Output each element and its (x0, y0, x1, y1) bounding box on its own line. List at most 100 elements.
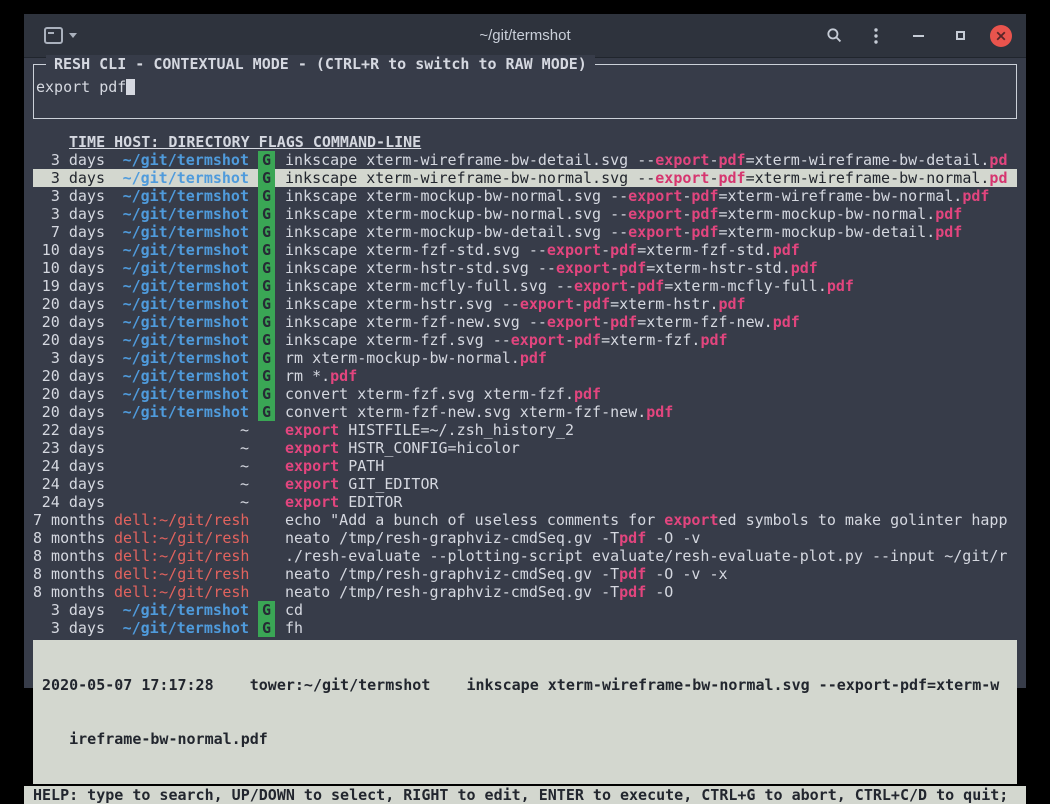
history-row[interactable]: 10 days~/git/termshotGinkscape xterm-fzf… (33, 241, 1017, 259)
git-flag-badge: G (258, 313, 275, 331)
command-match-highlight: pdf (719, 295, 746, 313)
detail-line-2: ireframe-bw-normal.pdf (33, 730, 1017, 748)
row-command: inkscape xterm-mockup-bw-normal.svg --ex… (285, 205, 1017, 223)
command-match-highlight: pdf (691, 223, 718, 241)
command-match-highlight: export (285, 439, 339, 457)
command-text: inkscape xterm-mockup-bw-detail.svg -- (285, 223, 628, 241)
command-match-highlight: pdf (700, 331, 727, 349)
search-button[interactable] (822, 24, 846, 48)
history-row[interactable]: 3 days~/git/termshotGinkscape xterm-mock… (33, 205, 1017, 223)
command-text: =xterm-fzf. (601, 331, 700, 349)
history-row[interactable]: 3 days~/git/termshotGinkscape xterm-mock… (33, 187, 1017, 205)
close-button[interactable] (990, 25, 1012, 47)
row-directory: dell:~/git/resh (114, 547, 249, 565)
search-icon (826, 27, 843, 44)
command-match-highlight: pdf (791, 259, 818, 277)
row-flags: G (258, 277, 285, 295)
history-row[interactable]: 7 days~/git/termshotGinkscape xterm-mock… (33, 223, 1017, 241)
command-text: -O (646, 583, 673, 601)
command-match-highlight: export (511, 331, 565, 349)
command-match-highlight: pdf (718, 151, 745, 169)
command-match-highlight: export (285, 457, 339, 475)
history-row[interactable]: 8 monthsdell:~/git/resh./resh-evaluate -… (33, 547, 1017, 565)
command-text: =xterm-wireframe-bw-normal. (718, 187, 962, 205)
search-input[interactable]: export pdf (36, 78, 1014, 96)
new-tab-button[interactable] (38, 23, 83, 48)
history-row[interactable]: 3 days~/git/termshotGfh (33, 619, 1017, 637)
row-flags: G (258, 403, 285, 421)
row-command: neato /tmp/resh-graphviz-cmdSeq.gv -Tpdf… (285, 529, 1017, 547)
git-flag-badge: G (258, 187, 275, 205)
history-row-selected[interactable]: 3 days~/git/termshotGinkscape xterm-wire… (33, 169, 1017, 187)
row-time: 7 months (33, 511, 105, 529)
command-text: inkscape xterm-fzf-std.svg -- (285, 241, 547, 259)
command-text: rm xterm-mockup-bw-normal. (285, 349, 520, 367)
row-time: 20 days (33, 313, 105, 331)
history-row[interactable]: 19 days~/git/termshotGinkscape xterm-mcf… (33, 277, 1017, 295)
row-command: ./resh-evaluate --plotting-script evalua… (285, 547, 1017, 565)
command-match-highlight: pdf (619, 259, 646, 277)
history-row[interactable]: 20 days~/git/termshotGrm *.pdf (33, 367, 1017, 385)
history-row[interactable]: 8 monthsdell:~/git/reshneato /tmp/resh-g… (33, 583, 1017, 601)
history-row[interactable]: 10 days~/git/termshotGinkscape xterm-hst… (33, 259, 1017, 277)
row-command: export HISTFILE=~/.zsh_history_2 (285, 421, 1017, 439)
row-time: 24 days (33, 475, 105, 493)
row-flags: G (258, 385, 285, 403)
history-row[interactable]: 20 days~/git/termshotGconvert xterm-fzf.… (33, 385, 1017, 403)
command-text: GIT_EDITOR (339, 475, 438, 493)
history-row[interactable]: 3 days~/git/termshotGinkscape xterm-wire… (33, 151, 1017, 169)
close-icon (996, 31, 1006, 41)
history-row[interactable]: 20 days~/git/termshotGinkscape xterm-hst… (33, 295, 1017, 313)
row-flags: G (258, 169, 285, 187)
row-command: export HSTR_CONFIG=hicolor (285, 439, 1017, 457)
history-row[interactable]: 22 days~export HISTFILE=~/.zsh_history_2 (33, 421, 1017, 439)
history-row[interactable]: 3 days~/git/termshotGcd (33, 601, 1017, 619)
terminal-content[interactable]: RESH CLI - CONTEXTUAL MODE - (CTRL+R to … (24, 64, 1026, 694)
history-row[interactable]: 24 days~export EDITOR (33, 493, 1017, 511)
command-match-highlight: pdf (619, 583, 646, 601)
history-row[interactable]: 8 monthsdell:~/git/reshneato /tmp/resh-g… (33, 565, 1017, 583)
row-command: inkscape xterm-hstr-std.svg --export-pdf… (285, 259, 1017, 277)
row-time: 10 days (33, 241, 105, 259)
table-header: TIME HOST: DIRECTORY FLAGS COMMAND-LINE (33, 133, 1017, 151)
command-match-highlight: pd (989, 151, 1007, 169)
menu-button[interactable] (864, 24, 888, 48)
titlebar[interactable]: ~/git/termshot (24, 14, 1026, 58)
resh-search-box: RESH CLI - CONTEXTUAL MODE - (CTRL+R to … (33, 64, 1017, 119)
history-row[interactable]: 20 days~/git/termshotGconvert xterm-fzf-… (33, 403, 1017, 421)
row-flags: G (258, 619, 285, 637)
history-row[interactable]: 24 days~export GIT_EDITOR (33, 475, 1017, 493)
row-command: convert xterm-fzf.svg xterm-fzf.pdf (285, 385, 1017, 403)
history-row[interactable]: 8 monthsdell:~/git/reshneato /tmp/resh-g… (33, 529, 1017, 547)
row-command: inkscape xterm-fzf.svg --export-pdf=xter… (285, 331, 1017, 349)
history-row[interactable]: 20 days~/git/termshotGinkscape xterm-fzf… (33, 331, 1017, 349)
git-flag-badge: G (258, 385, 275, 403)
minimize-button[interactable] (906, 24, 930, 48)
history-row[interactable]: 3 days~/git/termshotGrm xterm-mockup-bw-… (33, 349, 1017, 367)
row-command: cd (285, 601, 1017, 619)
row-flags (258, 457, 285, 475)
terminal-window: ~/git/termshot (24, 14, 1026, 688)
row-command: rm xterm-mockup-bw-normal.pdf (285, 349, 1017, 367)
row-flags (258, 565, 285, 583)
row-flags (258, 547, 285, 565)
command-text: =xterm-wireframe-bw-detail. (746, 151, 990, 169)
row-directory: ~/git/termshot (114, 385, 249, 403)
history-row[interactable]: 20 days~/git/termshotGinkscape xterm-fzf… (33, 313, 1017, 331)
restore-button[interactable] (948, 24, 972, 48)
command-text: inkscape xterm-mockup-bw-normal.svg -- (285, 205, 628, 223)
chevron-down-icon (69, 33, 77, 38)
command-text: -O -v (646, 529, 700, 547)
row-flags (258, 529, 285, 547)
history-row[interactable]: 23 days~export HSTR_CONFIG=hicolor (33, 439, 1017, 457)
row-directory: ~/git/termshot (114, 349, 249, 367)
command-match-highlight: export (547, 241, 601, 259)
command-text: convert xterm-fzf.svg xterm-fzf. (285, 385, 574, 403)
git-flag-badge: G (258, 259, 275, 277)
command-text: inkscape xterm-hstr.svg -- (285, 295, 520, 313)
row-directory: ~ (114, 493, 249, 511)
minimize-icon (913, 35, 924, 37)
history-row[interactable]: 24 days~export PATH (33, 457, 1017, 475)
history-row[interactable]: 7 monthsdell:~/git/reshecho "Add a bunch… (33, 511, 1017, 529)
command-match-highlight: pdf (619, 529, 646, 547)
